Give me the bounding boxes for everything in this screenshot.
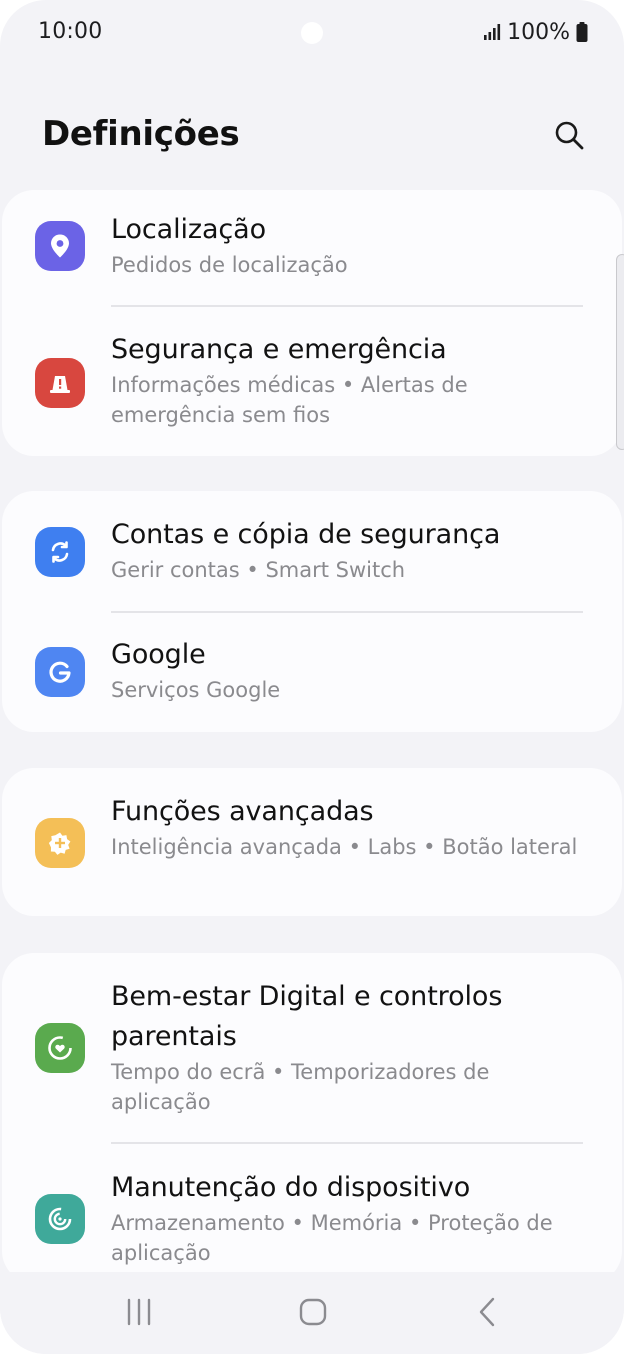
signal-icon [484, 24, 501, 40]
status-bar: 10:00 100% [0, 0, 624, 66]
digital-wellbeing-icon-tile [35, 1023, 85, 1073]
settings-item-google[interactable]: Google Serviços Google [2, 613, 622, 732]
settings-item-location[interactable]: Localização Pedidos de localização [2, 190, 622, 308]
device-care-icon-tile [35, 1194, 85, 1244]
divider [111, 305, 583, 307]
recent-apps-icon [127, 1298, 151, 1326]
settings-item-digital-wellbeing[interactable]: Bem-estar Digital e controlos parentais … [2, 953, 622, 1143]
device-care-icon [48, 1207, 72, 1231]
header: Definições [0, 90, 624, 180]
emergency-alert-icon [50, 376, 70, 393]
settings-item-subtitle: Serviços Google [111, 678, 281, 702]
page-title: Definições [42, 114, 240, 154]
search-icon [555, 121, 584, 150]
settings-item-title: Manutenção do dispositivo [111, 1172, 471, 1203]
scroll-handle[interactable] [616, 254, 624, 450]
front-camera-cutout [301, 22, 323, 44]
settings-item-title: Localização [111, 214, 267, 245]
google-g-icon-tile [35, 647, 85, 697]
battery-percentage: 100% [507, 19, 570, 45]
back-icon [479, 1297, 495, 1327]
search-button[interactable] [546, 112, 592, 158]
settings-item-title: Google [111, 639, 206, 670]
settings-item-subtitle: Informações médicas • Alertas de emergên… [111, 373, 468, 427]
battery-icon [576, 22, 588, 42]
settings-item-subtitle: Gerir contas • Smart Switch [111, 558, 406, 582]
settings-item-subtitle: Pedidos de localização [111, 253, 348, 277]
settings-item-title: Bem-estar Digital e controlos parentais [111, 981, 503, 1052]
settings-card-accounts-google: Contas e cópia de segurança Gerir contas… [2, 491, 622, 732]
phone-screen: 10:00 100% Definições Localização Pedido… [0, 0, 624, 1354]
home-icon [299, 1298, 327, 1326]
settings-card-wellbeing-care: Bem-estar Digital e controlos parentais … [2, 953, 622, 1283]
settings-item-location-text: Localização Pedidos de localização [111, 210, 582, 280]
google-g-icon [49, 661, 71, 683]
advanced-features-icon [48, 832, 71, 855]
home-button[interactable] [283, 1284, 343, 1340]
navigation-bar [0, 1272, 624, 1354]
sync-icon-tile [35, 527, 85, 577]
settings-item-accounts-text: Contas e cópia de segurança Gerir contas… [111, 515, 582, 585]
settings-item-google-text: Google Serviços Google [111, 635, 582, 705]
settings-item-accounts-backup[interactable]: Contas e cópia de segurança Gerir contas… [2, 491, 622, 611]
settings-item-title: Contas e cópia de segurança [111, 519, 501, 550]
status-time: 10:00 [38, 19, 103, 44]
settings-item-title: Segurança e emergência [111, 334, 447, 365]
settings-item-subtitle: Tempo do ecrã • Temporizadores de aplica… [111, 1060, 490, 1114]
settings-item-title: Funções avançadas [111, 796, 374, 827]
settings-item-safety-text: Segurança e emergência Informações médic… [111, 330, 582, 430]
settings-card-location-safety: Localização Pedidos de localização Segur… [2, 190, 622, 456]
location-pin-icon [51, 234, 69, 258]
settings-card-advanced: Funções avançadas Inteligência avançada … [2, 768, 622, 916]
settings-item-device-care[interactable]: Manutenção do dispositivo Armazenamento … [2, 1144, 622, 1283]
advanced-features-icon-tile [35, 818, 85, 868]
settings-item-device-care-text: Manutenção do dispositivo Armazenamento … [111, 1168, 582, 1268]
emergency-alert-icon-tile [35, 358, 85, 408]
sync-icon [51, 541, 69, 563]
back-button[interactable] [458, 1284, 518, 1340]
location-pin-icon-tile [35, 221, 85, 271]
digital-wellbeing-icon [48, 1036, 72, 1060]
recent-apps-button[interactable] [109, 1284, 169, 1340]
settings-item-subtitle: Inteligência avançada • Labs • Botão lat… [111, 835, 578, 859]
settings-item-safety-emergency[interactable]: Segurança e emergência Informações médic… [2, 308, 622, 456]
status-icons: 100% [483, 19, 588, 45]
settings-item-wellbeing-text: Bem-estar Digital e controlos parentais … [111, 977, 582, 1117]
settings-item-subtitle: Armazenamento • Memória • Proteção de ap… [111, 1211, 553, 1265]
settings-item-advanced-features[interactable]: Funções avançadas Inteligência avançada … [2, 768, 622, 916]
settings-item-advanced-text: Funções avançadas Inteligência avançada … [111, 792, 582, 862]
